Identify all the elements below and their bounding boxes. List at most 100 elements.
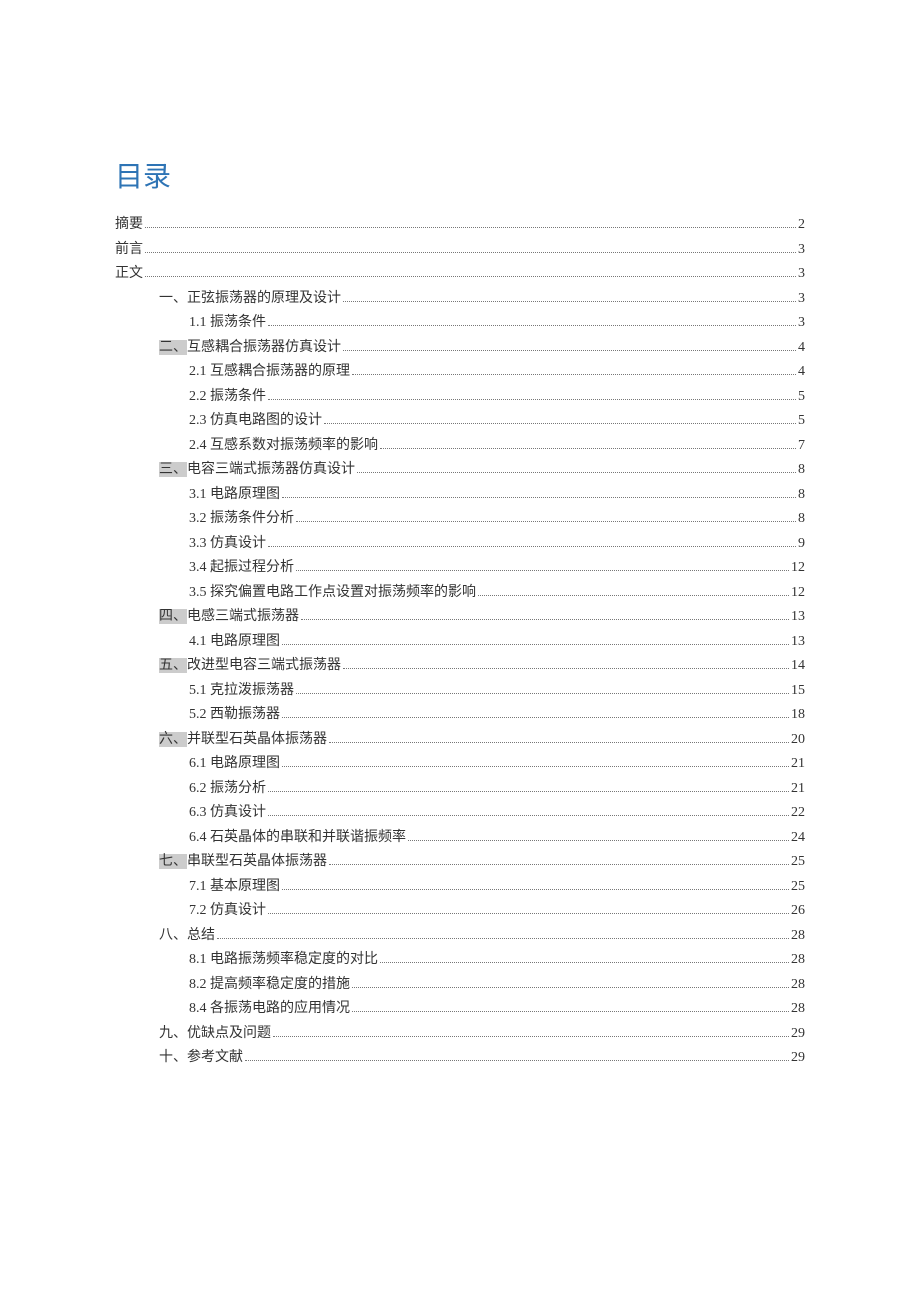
toc-entry[interactable]: 前言3 (115, 238, 805, 263)
toc-leader-dots (301, 619, 789, 620)
toc-entry-label: 3.4 起振过程分析 (189, 556, 294, 581)
toc-entry[interactable]: 二、互感耦合振荡器仿真设计 4 (115, 336, 805, 361)
toc-entry-page: 24 (791, 826, 805, 851)
toc-entry-page: 12 (791, 556, 805, 581)
toc-entry[interactable]: 七、串联型石英晶体振荡器25 (115, 850, 805, 875)
toc-entry-label: 4.1 电路原理图 (189, 630, 280, 655)
toc-highlight-prefix: 四、 (159, 609, 187, 624)
toc-leader-dots (268, 325, 796, 326)
toc-entry[interactable]: 2.1 互感耦合振荡器的原理4 (115, 360, 805, 385)
toc-entry[interactable]: 7.2 仿真设计26 (115, 899, 805, 924)
toc-entry[interactable]: 摘要2 (115, 213, 805, 238)
toc-entry[interactable]: 2.2 振荡条件5 (115, 385, 805, 410)
toc-entry[interactable]: 6.2 振荡分析 21 (115, 777, 805, 802)
toc-entry-label: 2.3 仿真电路图的设计 (189, 409, 322, 434)
toc-leader-dots (352, 987, 789, 988)
toc-entry-label: 八、总结 (159, 924, 215, 949)
toc-leader-dots (343, 301, 796, 302)
toc-entry-label: 七、串联型石英晶体振荡器 (159, 850, 327, 875)
toc-entry-page: 22 (791, 801, 805, 826)
toc-entry-label: 正文 (115, 262, 143, 287)
toc-leader-dots (329, 864, 789, 865)
toc-leader-dots (380, 448, 796, 449)
toc-entry-label: 3.2 振荡条件分析 (189, 507, 294, 532)
toc-entry-page: 28 (791, 997, 805, 1022)
toc-leader-dots (282, 766, 789, 767)
toc-leader-dots (273, 1036, 789, 1037)
toc-entry-label: 6.2 振荡分析 (189, 777, 266, 802)
toc-entry[interactable]: 7.1 基本原理图25 (115, 875, 805, 900)
toc-entry[interactable]: 8.2 提高频率稳定度的措施28 (115, 973, 805, 998)
toc-leader-dots (296, 521, 796, 522)
toc-entry-page: 8 (798, 507, 805, 532)
toc-entry-page: 21 (791, 777, 805, 802)
toc-highlight-prefix: 五、 (159, 658, 187, 673)
toc-entry[interactable]: 6.4 石英晶体的串联和并联谐振频率 24 (115, 826, 805, 851)
toc-entry-label: 1.1 振荡条件 (189, 311, 266, 336)
toc-entry[interactable]: 2.4 互感系数对振荡频率的影响7 (115, 434, 805, 459)
toc-entry[interactable]: 3.5 探究偏置电路工作点设置对振荡频率的影响12 (115, 581, 805, 606)
toc-leader-dots (357, 472, 796, 473)
toc-entry-page: 14 (791, 654, 805, 679)
toc-leader-dots (478, 595, 789, 596)
toc-entry-label: 前言 (115, 238, 143, 263)
toc-entry-label: 二、互感耦合振荡器仿真设计 (159, 336, 341, 361)
toc-entry[interactable]: 3.2 振荡条件分析 8 (115, 507, 805, 532)
toc-entry-page: 28 (791, 948, 805, 973)
toc-entry-page: 4 (798, 336, 805, 361)
toc-entry-label: 6.1 电路原理图 (189, 752, 280, 777)
toc-entry-label: 7.1 基本原理图 (189, 875, 280, 900)
toc-entry[interactable]: 正文3 (115, 262, 805, 287)
toc-entry[interactable]: 1.1 振荡条件3 (115, 311, 805, 336)
toc-entry[interactable]: 5.1 克拉泼振荡器15 (115, 679, 805, 704)
toc-entry-page: 9 (798, 532, 805, 557)
toc-leader-dots (282, 497, 796, 498)
toc-entry-label: 6.4 石英晶体的串联和并联谐振频率 (189, 826, 406, 851)
toc-entry[interactable]: 8.4 各振荡电路的应用情况 28 (115, 997, 805, 1022)
toc-entry-label: 四、电感三端式振荡器 (159, 605, 299, 630)
toc-entry[interactable]: 一、正弦振荡器的原理及设计3 (115, 287, 805, 312)
toc-entry[interactable]: 6.3 仿真设计22 (115, 801, 805, 826)
toc-entry[interactable]: 十、参考文献29 (115, 1046, 805, 1071)
toc-leader-dots (268, 399, 796, 400)
toc-highlight-prefix: 三、 (159, 462, 187, 477)
toc-entry[interactable]: 6.1 电路原理图21 (115, 752, 805, 777)
toc-leader-dots (268, 815, 789, 816)
toc-entry-page: 13 (791, 605, 805, 630)
toc-entry[interactable]: 三、电容三端式振荡器仿真设计8 (115, 458, 805, 483)
toc-entry-page: 5 (798, 409, 805, 434)
toc-entry[interactable]: 3.4 起振过程分析 12 (115, 556, 805, 581)
toc-leader-dots (343, 350, 796, 351)
toc-entry[interactable]: 六、并联型石英晶体振荡器20 (115, 728, 805, 753)
toc-leader-dots (296, 693, 789, 694)
toc-leader-dots (324, 423, 796, 424)
toc-entry[interactable]: 8.1 电路振荡频率稳定度的对比 28 (115, 948, 805, 973)
toc-entry-label: 7.2 仿真设计 (189, 899, 266, 924)
toc-entry[interactable]: 3.3 仿真设计9 (115, 532, 805, 557)
toc-entry[interactable]: 3.1 电路原理图8 (115, 483, 805, 508)
toc-entry-label: 8.4 各振荡电路的应用情况 (189, 997, 350, 1022)
toc-entry[interactable]: 八、总结28 (115, 924, 805, 949)
toc-title: 目录 (115, 155, 805, 195)
toc-entry[interactable]: 4.1 电路原理图13 (115, 630, 805, 655)
toc-entry-page: 18 (791, 703, 805, 728)
toc-leader-dots (145, 276, 796, 277)
toc-highlight-prefix: 六、 (159, 732, 187, 747)
toc-leader-dots (408, 840, 789, 841)
toc-entry-page: 7 (798, 434, 805, 459)
toc-leader-dots (282, 889, 789, 890)
toc-entry-page: 29 (791, 1022, 805, 1047)
toc-leader-dots (268, 791, 789, 792)
toc-entry[interactable]: 四、电感三端式振荡器 13 (115, 605, 805, 630)
toc-entry-label: 5.2 西勒振荡器 (189, 703, 280, 728)
toc-entry[interactable]: 九、优缺点及问题 29 (115, 1022, 805, 1047)
toc-highlight-prefix: 二、 (159, 340, 187, 355)
toc-entry-label: 九、优缺点及问题 (159, 1022, 271, 1047)
toc-leader-dots (268, 913, 789, 914)
toc-entry[interactable]: 2.3 仿真电路图的设计 5 (115, 409, 805, 434)
toc-entry[interactable]: 5.2 西勒振荡器 18 (115, 703, 805, 728)
toc-leader-dots (352, 374, 796, 375)
toc-entry-label: 8.1 电路振荡频率稳定度的对比 (189, 948, 378, 973)
toc-leader-dots (343, 668, 789, 669)
toc-entry[interactable]: 五、改进型电容三端式振荡器14 (115, 654, 805, 679)
